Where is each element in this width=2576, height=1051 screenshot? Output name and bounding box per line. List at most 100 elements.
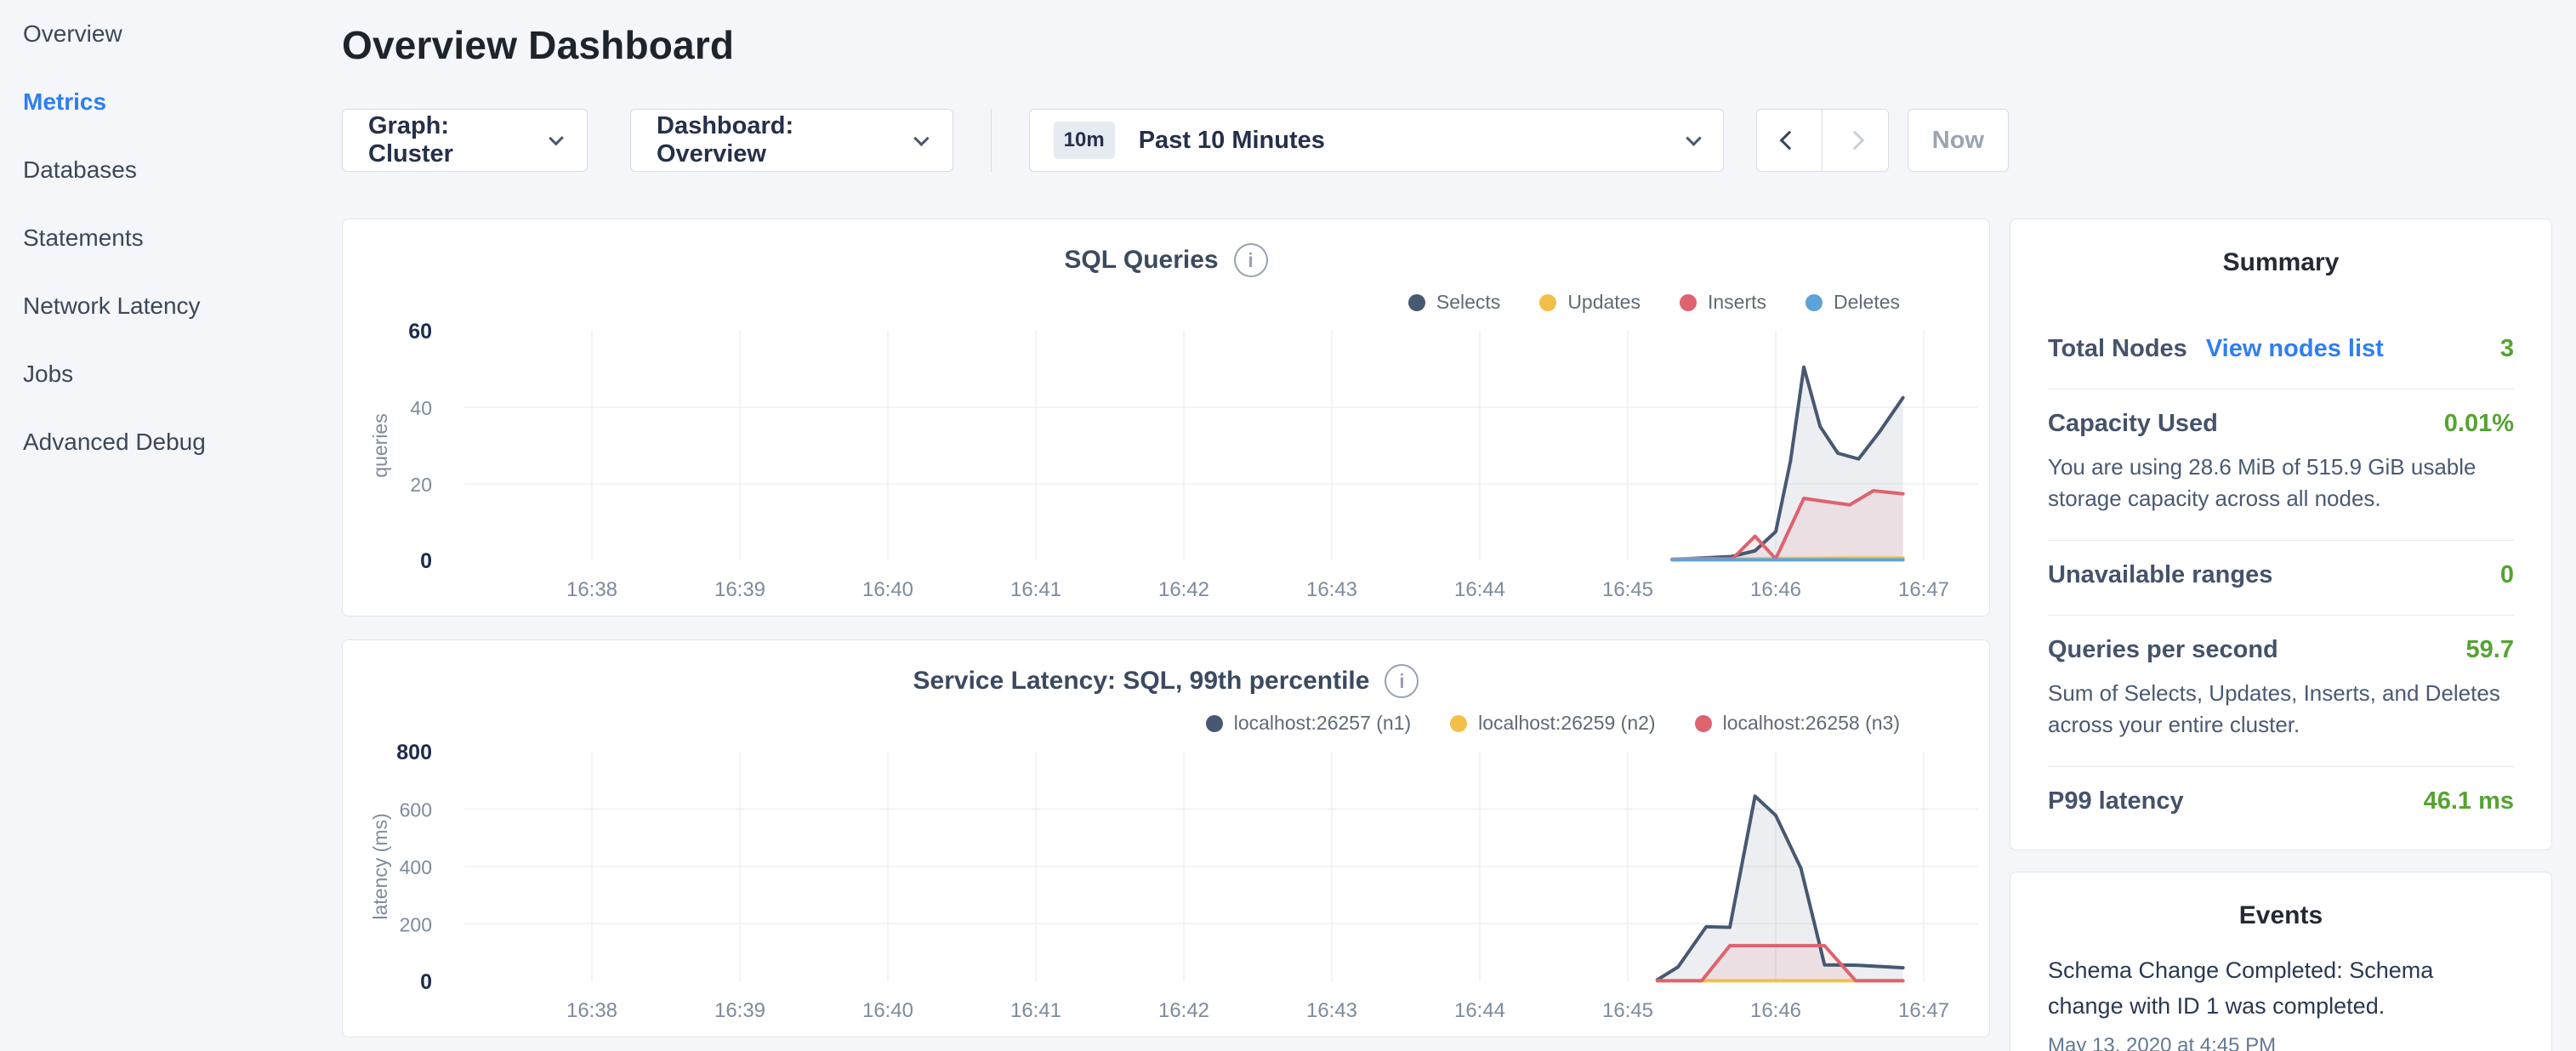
x-axis-tick-label: 16:38 <box>566 999 617 1022</box>
x-axis-tick-label: 16:39 <box>714 999 765 1022</box>
sidebar-item-advanced-debug[interactable]: Advanced Debug <box>23 408 323 476</box>
legend-label: localhost:26257 (n1) <box>1234 712 1411 735</box>
main-content: Overview Dashboard Graph: Cluster Dashbo… <box>323 0 2009 1051</box>
legend-item[interactable]: Deletes <box>1805 291 1900 314</box>
x-axis-tick-label: 16:47 <box>1898 578 1949 601</box>
legend-item[interactable]: Inserts <box>1680 291 1766 314</box>
x-axis-tick-label: 16:44 <box>1454 578 1505 601</box>
x-axis-tick-label: 16:43 <box>1306 999 1357 1022</box>
now-button-label: Now <box>1932 127 1984 155</box>
sidebar-nav: OverviewMetricsDatabasesStatementsNetwor… <box>23 0 323 476</box>
capacity-used-value: 0.01% <box>2444 410 2514 438</box>
legend-dot-icon <box>1408 294 1425 311</box>
legend-label: localhost:26258 (n3) <box>1723 712 1900 735</box>
legend-label: Selects <box>1436 291 1500 314</box>
x-axis-tick-label: 16:46 <box>1750 999 1801 1022</box>
now-button[interactable]: Now <box>1908 109 2009 172</box>
qps-row: Queries per second 59.7 Sum of Selects, … <box>2048 616 2514 766</box>
chart-title-row: Service Latency: SQL, 99th percentile i <box>343 664 1989 698</box>
qps-value: 59.7 <box>2466 636 2514 664</box>
p99-latency-value: 46.1 ms <box>2424 787 2514 815</box>
page-title: Overview Dashboard <box>342 22 2009 68</box>
x-axis-tick-label: 16:47 <box>1898 999 1949 1022</box>
capacity-used-row: Capacity Used 0.01% You are using 28.6 M… <box>2048 389 2514 540</box>
x-axis-tick-label: 16:43 <box>1306 578 1357 601</box>
total-nodes-label: Total Nodes <box>2048 335 2187 363</box>
event-message: Schema Change Completed: Schema change w… <box>2048 952 2514 1024</box>
time-range-badge: 10m <box>1054 122 1115 159</box>
sidebar-item-overview[interactable]: Overview <box>23 0 323 68</box>
sidebar-item-statements[interactable]: Statements <box>23 204 323 272</box>
legend-item[interactable]: localhost:26257 (n1) <box>1206 712 1411 735</box>
chart-plot-area[interactable]: 16:3816:3916:4016:4116:4216:4316:4416:45… <box>343 640 1991 1038</box>
legend-dot-icon <box>1695 715 1712 732</box>
x-axis-tick-label: 16:42 <box>1158 999 1209 1022</box>
p99-latency-label: P99 latency <box>2048 787 2184 815</box>
sidebar-item-jobs[interactable]: Jobs <box>23 340 323 408</box>
toolbar-divider <box>991 109 992 172</box>
unavailable-ranges-row: Unavailable ranges 0 <box>2048 541 2514 615</box>
right-panel: Summary Total Nodes View nodes list 3 Ca… <box>2010 219 2552 1051</box>
y-axis-tick-label: 200 <box>400 914 432 936</box>
chart-title: SQL Queries <box>1064 246 1218 275</box>
legend-dot-icon <box>1805 294 1823 311</box>
legend-dot-icon <box>1206 715 1223 732</box>
dashboard-dropdown[interactable]: Dashboard: Overview <box>630 109 953 172</box>
view-nodes-list-link[interactable]: View nodes list <box>2206 335 2384 363</box>
unavailable-ranges-label: Unavailable ranges <box>2048 561 2272 589</box>
y-axis-tick-label: 0 <box>420 970 432 994</box>
y-axis-unit-label: queries <box>369 413 391 477</box>
legend-item[interactable]: Selects <box>1408 291 1500 314</box>
legend-item[interactable]: localhost:26258 (n3) <box>1695 712 1900 735</box>
summary-panel: Summary Total Nodes View nodes list 3 Ca… <box>2010 219 2552 850</box>
x-axis-tick-label: 16:45 <box>1602 999 1653 1022</box>
sql-queries-chart-card: SQL Queries i Selects Updates Inserts Delet… <box>342 219 1990 616</box>
legend-item[interactable]: localhost:26259 (n2) <box>1450 712 1655 735</box>
capacity-used-description: You are using 28.6 MiB of 515.9 GiB usab… <box>2048 452 2514 514</box>
graph-scope-label: Graph: Cluster <box>368 112 532 168</box>
chart-legend: Selects Updates Inserts Deletes <box>1408 291 1900 314</box>
chevron-down-icon <box>1686 130 1701 145</box>
time-range-dropdown[interactable]: 10m Past 10 Minutes <box>1029 109 1724 172</box>
chevron-right-icon <box>1845 131 1865 151</box>
graph-scope-dropdown[interactable]: Graph: Cluster <box>342 109 588 172</box>
x-axis-tick-label: 16:41 <box>1010 578 1061 601</box>
event-timestamp: May 13, 2020 at 4:45 PM <box>2048 1034 2514 1051</box>
y-axis-tick-label: 400 <box>400 856 432 878</box>
sidebar-item-databases[interactable]: Databases <box>23 136 323 204</box>
events-panel: Events Schema Change Completed: Schema c… <box>2010 872 2552 1051</box>
legend-label: Inserts <box>1708 291 1766 314</box>
chevron-left-icon <box>1779 131 1799 151</box>
info-icon[interactable]: i <box>1234 243 1268 277</box>
unavailable-ranges-value: 0 <box>2500 561 2514 589</box>
x-axis-tick-label: 16:46 <box>1750 578 1801 601</box>
summary-title: Summary <box>2048 248 2514 277</box>
y-axis-unit-label: latency (ms) <box>369 813 391 919</box>
y-axis-tick-label: 60 <box>408 320 432 344</box>
charts-column: SQL Queries i Selects Updates Inserts Delet… <box>342 219 1990 1037</box>
time-forward-button[interactable] <box>1823 109 1889 172</box>
sidebar-item-metrics[interactable]: Metrics <box>23 68 323 136</box>
chevron-down-icon <box>913 130 929 145</box>
service-latency-chart-card: Service Latency: SQL, 99th percentile i … <box>342 639 1990 1037</box>
chart-legend: localhost:26257 (n1) localhost:26259 (n2)… <box>1206 712 1900 735</box>
chart-title-row: SQL Queries i <box>343 243 1989 277</box>
y-axis-tick-label: 0 <box>420 549 432 573</box>
capacity-used-label: Capacity Used <box>2048 410 2218 438</box>
qps-label: Queries per second <box>2048 636 2278 664</box>
p99-latency-row: P99 latency 46.1 ms <box>2048 767 2514 841</box>
time-step-buttons <box>1756 109 1889 172</box>
event-list-item[interactable]: Schema Change Completed: Schema change w… <box>2048 952 2514 1051</box>
time-back-button[interactable] <box>1756 109 1823 172</box>
x-axis-tick-label: 16:45 <box>1602 578 1653 601</box>
sidebar: OverviewMetricsDatabasesStatementsNetwor… <box>0 0 323 1051</box>
legend-item[interactable]: Updates <box>1539 291 1641 314</box>
legend-label: Updates <box>1567 291 1641 314</box>
events-title: Events <box>2048 901 2514 930</box>
chart-plot-area[interactable]: 16:3816:3916:4016:4116:4216:4316:4416:45… <box>343 219 1991 617</box>
sidebar-item-network-latency[interactable]: Network Latency <box>23 272 323 340</box>
legend-dot-icon <box>1680 294 1697 311</box>
x-axis-tick-label: 16:44 <box>1454 999 1505 1022</box>
info-icon[interactable]: i <box>1385 664 1419 698</box>
time-range-label: Past 10 Minutes <box>1139 127 1325 155</box>
